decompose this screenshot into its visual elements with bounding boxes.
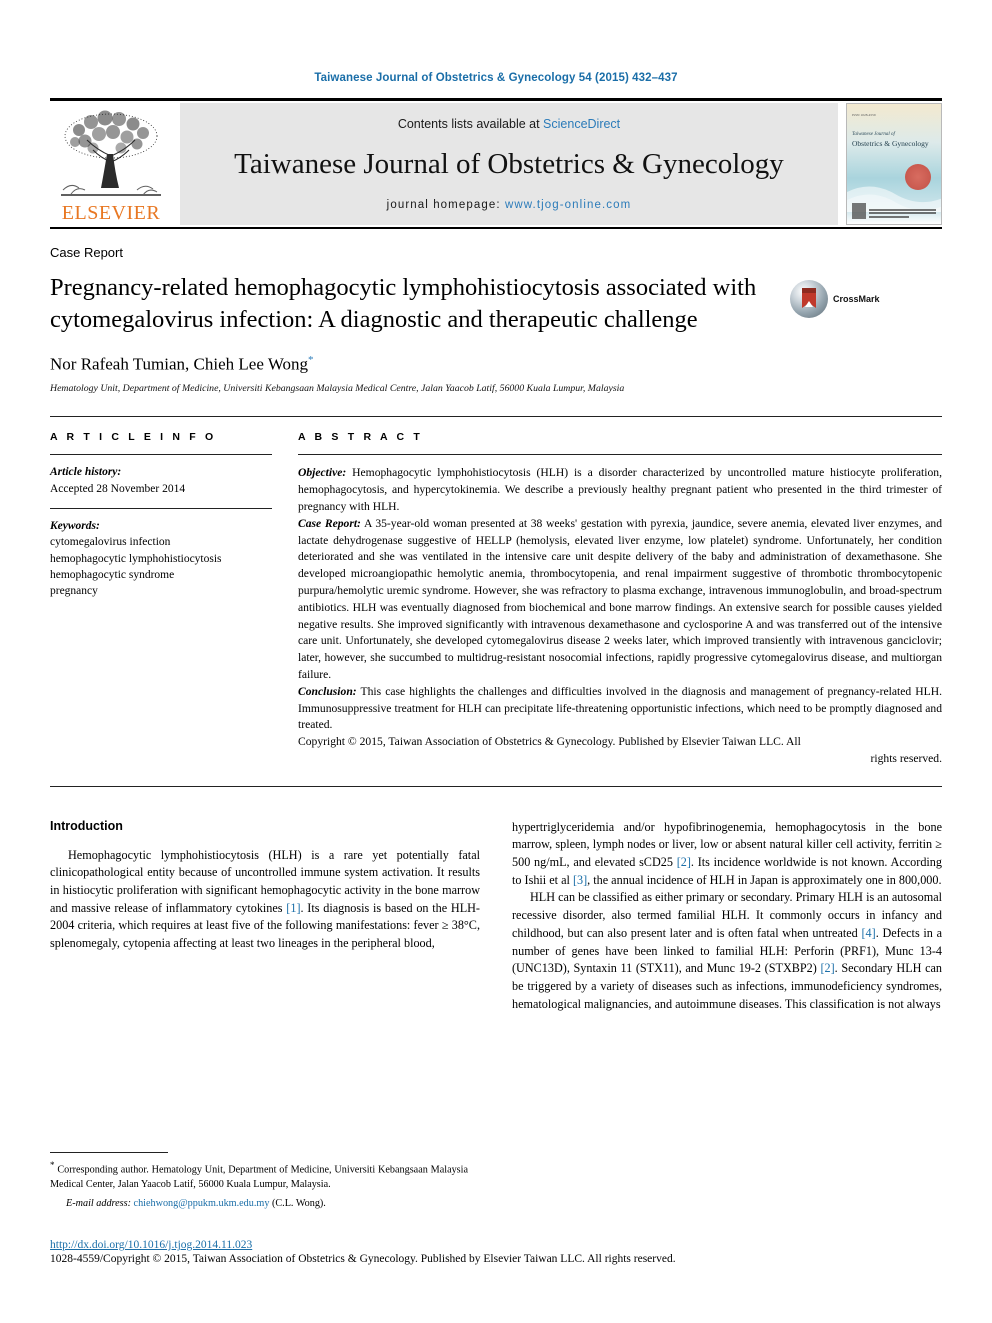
info-abstract-bottom-rule: [50, 785, 942, 787]
info-abstract-block: A R T I C L E I N F O Article history: A…: [50, 431, 942, 767]
page-footer: http://dx.doi.org/10.1016/j.tjog.2014.11…: [50, 1239, 942, 1265]
right-paragraph-2: HLH can be classified as either primary …: [512, 889, 942, 1013]
keyword-item: hemophagocytic lymphohistiocytosis: [50, 552, 222, 565]
cover-footer-text-bars: [869, 208, 936, 220]
corresponding-author-marker[interactable]: *: [308, 354, 314, 366]
abstract-case-text: A 35-year-old woman presented at 38 week…: [298, 516, 942, 681]
body-column-left: Introduction Hemophagocytic lymphohistio…: [50, 819, 480, 1014]
email-label: E-mail address:: [66, 1197, 131, 1209]
elsevier-tree-icon: [61, 110, 161, 196]
elsevier-wordmark: ELSEVIER: [61, 202, 161, 224]
body-column-right: hypertriglyceridemia and/or hypofibrinog…: [512, 819, 942, 1014]
footnote-block: * Corresponding author. Hematology Unit,…: [50, 1152, 468, 1211]
crossmark-label: CrossMark: [833, 294, 880, 304]
right-p1-part-c: , the annual incidence of HLH in Japan i…: [587, 872, 942, 887]
abstract-conclusion-text: This case highlights the challenges and …: [298, 684, 942, 732]
abstract-rule: [298, 454, 942, 456]
crossmark-badge-group[interactable]: CrossMark: [790, 272, 880, 318]
info-abstract-top-rule: [50, 416, 942, 418]
elsevier-logo: ELSEVIER: [50, 103, 172, 225]
abstract-conclusion: Conclusion: This case highlights the cha…: [298, 684, 942, 734]
citation-ref-1[interactable]: [1]: [286, 901, 300, 915]
crossmark-icon[interactable]: [790, 280, 828, 318]
article-history-block: Article history: Accepted 28 November 20…: [50, 464, 272, 497]
keywords-divider: [50, 508, 272, 509]
article-page: Taiwanese Journal of Obstetrics & Gyneco…: [0, 0, 992, 1323]
journal-cover-thumbnail[interactable]: ISSN 1028-4559 Taiwanese Journal of Obst…: [846, 103, 942, 225]
cover-issn-line: ISSN 1028-4559: [852, 113, 876, 117]
contents-lists-prefix: Contents lists available at: [397, 117, 544, 131]
email-address-link[interactable]: chiehwong@ppukm.ukm.edu.my: [134, 1198, 270, 1209]
citation-ref-3[interactable]: [3]: [573, 873, 587, 887]
keywords-block: Keywords: cytomegalovirus infection hemo…: [50, 518, 272, 600]
intro-paragraph-1: Hemophagocytic lymphohistiocytosis (HLH)…: [50, 847, 480, 953]
article-type-label: Case Report: [50, 245, 123, 260]
contents-lists-line: Contents lists available at ScienceDirec…: [398, 117, 620, 131]
body-columns: Introduction Hemophagocytic lymphohistio…: [50, 819, 942, 1014]
abstract-case-report: Case Report: A 35-year-old woman present…: [298, 516, 942, 684]
masthead-center-panel: Contents lists available at ScienceDirec…: [180, 103, 838, 225]
abstract-column: A B S T R A C T Objective: Hemophagocyti…: [298, 431, 942, 767]
abstract-conclusion-lead: Conclusion:: [298, 684, 357, 698]
cover-line1: Taiwanese Journal of: [852, 132, 895, 137]
email-footnote: E-mail address: chiehwong@ppukm.ukm.edu.…: [50, 1197, 468, 1211]
title-row: Pregnancy-related hemophagocytic lymphoh…: [50, 272, 942, 336]
journal-homepage-line: journal homepage: www.tjog-online.com: [387, 199, 632, 211]
author-list: Nor Rafeah Tumian, Chieh Lee Wong*: [50, 354, 942, 375]
author-names: Nor Rafeah Tumian, Chieh Lee Wong: [50, 354, 309, 374]
email-suffix: (C.L. Wong).: [269, 1197, 326, 1209]
article-history-title: Article history:: [50, 466, 122, 479]
keyword-item: hemophagocytic syndrome: [50, 568, 175, 581]
article-title: Pregnancy-related hemophagocytic lymphoh…: [50, 274, 757, 333]
masthead-top-rule: [50, 98, 942, 101]
abstract-body: Objective: Hemophagocytic lymphohistiocy…: [298, 465, 942, 767]
right-paragraph-1: hypertriglyceridemia and/or hypofibrinog…: [512, 819, 942, 890]
corresponding-author-footnote: * Corresponding author. Hematology Unit,…: [50, 1159, 468, 1192]
corresponding-author-text: Corresponding author. Hematology Unit, D…: [50, 1164, 468, 1191]
abstract-label: A B S T R A C T: [298, 431, 423, 444]
abstract-objective-lead: Objective:: [298, 466, 347, 480]
abstract-case-lead: Case Report:: [298, 516, 361, 530]
keyword-item: pregnancy: [50, 585, 98, 598]
issn-copyright-line: 1028-4559/Copyright © 2015, Taiwan Assoc…: [50, 1253, 676, 1265]
cover-footer: [852, 203, 936, 219]
homepage-url-link[interactable]: www.tjog-online.com: [505, 199, 631, 211]
article-info-label: A R T I C L E I N F O: [50, 431, 217, 444]
citation-ref-2b[interactable]: [2]: [820, 961, 834, 975]
keywords-list: cytomegalovirus infection hemophagocytic…: [50, 534, 272, 599]
abstract-objective: Objective: Hemophagocytic lymphohistiocy…: [298, 465, 942, 515]
citation-ref-4[interactable]: [4]: [861, 926, 875, 940]
article-info-column: A R T I C L E I N F O Article history: A…: [50, 431, 298, 767]
running-head: Taiwanese Journal of Obstetrics & Gyneco…: [314, 72, 678, 84]
footnote-rule: [50, 1152, 168, 1154]
sciencedirect-link[interactable]: ScienceDirect: [543, 117, 620, 131]
crossmark-bookmark-icon: [802, 288, 816, 308]
citation-ref-2[interactable]: [2]: [677, 855, 691, 869]
masthead-bottom-rule: [50, 227, 942, 229]
homepage-prefix: journal homepage:: [386, 198, 505, 211]
doi-link[interactable]: http://dx.doi.org/10.1016/j.tjog.2014.11…: [50, 1239, 942, 1251]
keyword-item: cytomegalovirus infection: [50, 536, 171, 549]
article-info-rule: [50, 454, 272, 456]
author-affiliation: Hematology Unit, Department of Medicine,…: [50, 383, 625, 395]
journal-title: Taiwanese Journal of Obstetrics & Gyneco…: [234, 148, 784, 181]
cover-elsevier-mark-icon: [852, 203, 866, 219]
journal-masthead: ELSEVIER Contents lists available at Sci…: [50, 103, 942, 225]
abstract-copyright-tail: rights reserved.: [870, 751, 942, 765]
section-heading-introduction: Introduction: [50, 818, 123, 833]
abstract-copyright: Copyright © 2015, Taiwan Association of …: [298, 734, 942, 768]
abstract-objective-text: Hemophagocytic lymphohistiocytosis (HLH)…: [298, 466, 942, 513]
keywords-title: Keywords:: [50, 520, 100, 532]
article-history-value: Accepted 28 November 2014: [50, 482, 186, 495]
cover-line2: Obstetrics & Gynecology: [852, 138, 929, 148]
abstract-copyright-main: Copyright © 2015, Taiwan Association of …: [298, 735, 801, 749]
